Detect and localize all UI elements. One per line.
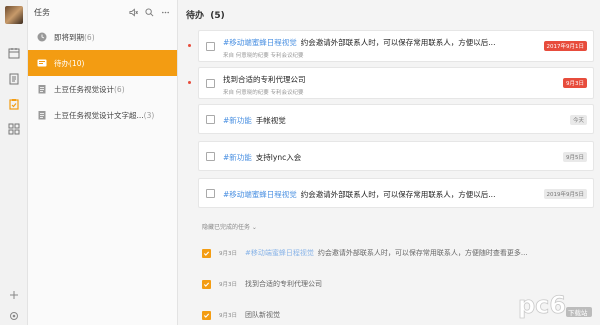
clipboard-icon bbox=[36, 84, 47, 95]
task-title: #移动端蜜蜂日程视觉 约会邀请外部联系人时，可以保存常用联系人，方便以后... bbox=[223, 189, 495, 200]
overdue-dot bbox=[188, 81, 191, 84]
task-source: 来自 何意晓的纪要 专利会议纪要 bbox=[223, 90, 304, 96]
task-text: 手帐视觉 bbox=[255, 116, 286, 125]
list-item-upcoming[interactable]: 即将到期 (6) bbox=[28, 24, 177, 50]
task-checkbox[interactable] bbox=[206, 115, 215, 124]
task-tag[interactable]: #新功能 bbox=[223, 116, 252, 125]
task-due-date: 2019年9月5日 bbox=[543, 189, 587, 199]
calendar-icon[interactable] bbox=[7, 46, 21, 60]
settings-icon[interactable] bbox=[7, 309, 21, 323]
list-item-label: 即将到期 bbox=[54, 32, 84, 42]
list-item-count: (6) bbox=[114, 84, 125, 94]
task-tag[interactable]: #移动端蜜蜂日程视觉 bbox=[223, 190, 297, 199]
task-card[interactable]: #新功能 手帐视觉 今天 bbox=[198, 104, 594, 134]
list-item-count: (10) bbox=[69, 58, 85, 68]
task-text: 找到合适的专利代理公司 bbox=[223, 75, 306, 84]
task-title: #新功能 手帐视觉 bbox=[223, 115, 286, 126]
panel-header: 任务 bbox=[28, 0, 177, 24]
notes-icon[interactable] bbox=[7, 72, 21, 86]
completed-task-row[interactable]: 9月3日 团队新视觉 bbox=[202, 308, 280, 322]
clipboard-icon bbox=[36, 110, 47, 121]
task-card[interactable]: #移动端蜜蜂日程视觉 约会邀请外部联系人时，可以保存常用联系人，方便以后... 2… bbox=[198, 178, 594, 208]
checked-checkbox[interactable] bbox=[202, 248, 211, 258]
page-title-text: 待办 bbox=[186, 11, 205, 21]
pc6-watermark-logo: pc6 下载站 bbox=[518, 291, 592, 319]
tasks-icon[interactable] bbox=[7, 97, 21, 111]
completed-task-row[interactable]: 9月3日 #移动端蜜蜂日程视觉 约会邀请外部联系人时，可以保存常用联系人，方便随… bbox=[202, 246, 528, 260]
list-item-project-2[interactable]: 土豆任务视觉设计文字超... (3) bbox=[28, 102, 177, 128]
task-checkbox[interactable] bbox=[206, 42, 215, 51]
page-title-count: (5) bbox=[210, 11, 225, 21]
task-tag[interactable]: #移动端蜜蜂日程视觉 bbox=[245, 248, 314, 258]
apps-grid-icon[interactable] bbox=[7, 122, 21, 136]
task-source: 来自 何意晓的纪要 专利会议纪要 bbox=[223, 53, 304, 59]
task-due-date: 9月3日 bbox=[563, 78, 587, 88]
task-text: 约会邀请外部联系人时，可以保存常用联系人，方便随时查看更多... bbox=[317, 249, 528, 257]
watermark-text: pc6 bbox=[518, 291, 566, 319]
add-icon[interactable] bbox=[7, 288, 21, 302]
completed-task-row[interactable]: 9月3日 找到合适的专利代理公司 bbox=[202, 277, 322, 291]
task-due-date: 2017年9月1日 bbox=[543, 41, 587, 51]
task-title: #新功能 支持lync入会 bbox=[223, 152, 301, 163]
task-checkbox[interactable] bbox=[206, 79, 215, 88]
hide-completed-toggle[interactable]: 隐藏已完成的任务 ⌄ bbox=[202, 222, 257, 231]
completed-date: 9月3日 bbox=[219, 313, 237, 319]
task-due-date: 9月5日 bbox=[563, 152, 587, 162]
search-icon[interactable] bbox=[143, 6, 155, 18]
completed-date: 9月3日 bbox=[219, 251, 237, 257]
avatar[interactable] bbox=[5, 6, 23, 24]
task-checkbox[interactable] bbox=[206, 189, 215, 198]
watermark-sub: 下载站 bbox=[568, 308, 588, 317]
task-title: #移动端蜜蜂日程视觉 约会邀请外部联系人时，可以保存常用联系人，方便以后... bbox=[223, 37, 495, 48]
checked-checkbox[interactable] bbox=[202, 279, 211, 289]
task-text: 支持lync入会 bbox=[255, 153, 302, 162]
overdue-dot bbox=[188, 44, 191, 47]
main-content: 待办 (5) #移动端蜜蜂日程视觉 约会邀请外部联系人时，可以保存常用联系人，方便… bbox=[178, 0, 600, 325]
task-card[interactable]: 找到合适的专利代理公司 来自 何意晓的纪要 专利会议纪要 9月3日 bbox=[188, 67, 594, 99]
checked-checkbox[interactable] bbox=[202, 310, 211, 320]
task-card[interactable]: #新功能 支持lync入会 9月5日 bbox=[198, 141, 594, 171]
inbox-icon bbox=[36, 58, 47, 69]
list-item-count: (6) bbox=[84, 32, 95, 42]
task-checkbox[interactable] bbox=[206, 152, 215, 161]
completed-date: 9月3日 bbox=[219, 282, 237, 288]
clock-icon bbox=[36, 32, 47, 43]
page-title: 待办 (5) bbox=[186, 8, 225, 21]
task-tag[interactable]: #新功能 bbox=[223, 153, 252, 162]
task-card[interactable]: #移动端蜜蜂日程视觉 约会邀请外部联系人时，可以保存常用联系人，方便以后... 来… bbox=[188, 30, 594, 62]
list-item-todo[interactable]: 待办 (10) bbox=[28, 50, 177, 76]
list-item-count: (3) bbox=[143, 110, 155, 120]
list-item-project-1[interactable]: 土豆任务视觉设计 (6) bbox=[28, 76, 177, 102]
panel-title: 任务 bbox=[34, 7, 50, 17]
task-title: 找到合适的专利代理公司 bbox=[223, 74, 306, 85]
more-icon[interactable] bbox=[159, 6, 171, 18]
list-item-label: 待办 bbox=[54, 58, 69, 68]
list-item-label: 土豆任务视觉设计文字超... bbox=[54, 110, 144, 120]
task-text: 约会邀请外部联系人时，可以保存常用联系人，方便以后... bbox=[300, 190, 496, 199]
task-text: 约会邀请外部联系人时，可以保存常用联系人，方便以后... bbox=[300, 38, 496, 47]
nav-rail bbox=[0, 0, 28, 325]
task-list-panel: 任务 即将到期 (6) 待办 (10) 土豆任务视觉设计 (6) 土豆任务视觉设计文字 bbox=[28, 0, 178, 325]
mute-icon[interactable] bbox=[127, 6, 139, 18]
list-item-label: 土豆任务视觉设计 bbox=[54, 84, 114, 94]
task-text: 团队新视觉 bbox=[245, 311, 280, 319]
task-text: 找到合适的专利代理公司 bbox=[245, 280, 322, 288]
task-due-date: 今天 bbox=[569, 115, 587, 125]
task-tag[interactable]: #移动端蜜蜂日程视觉 bbox=[223, 38, 297, 47]
